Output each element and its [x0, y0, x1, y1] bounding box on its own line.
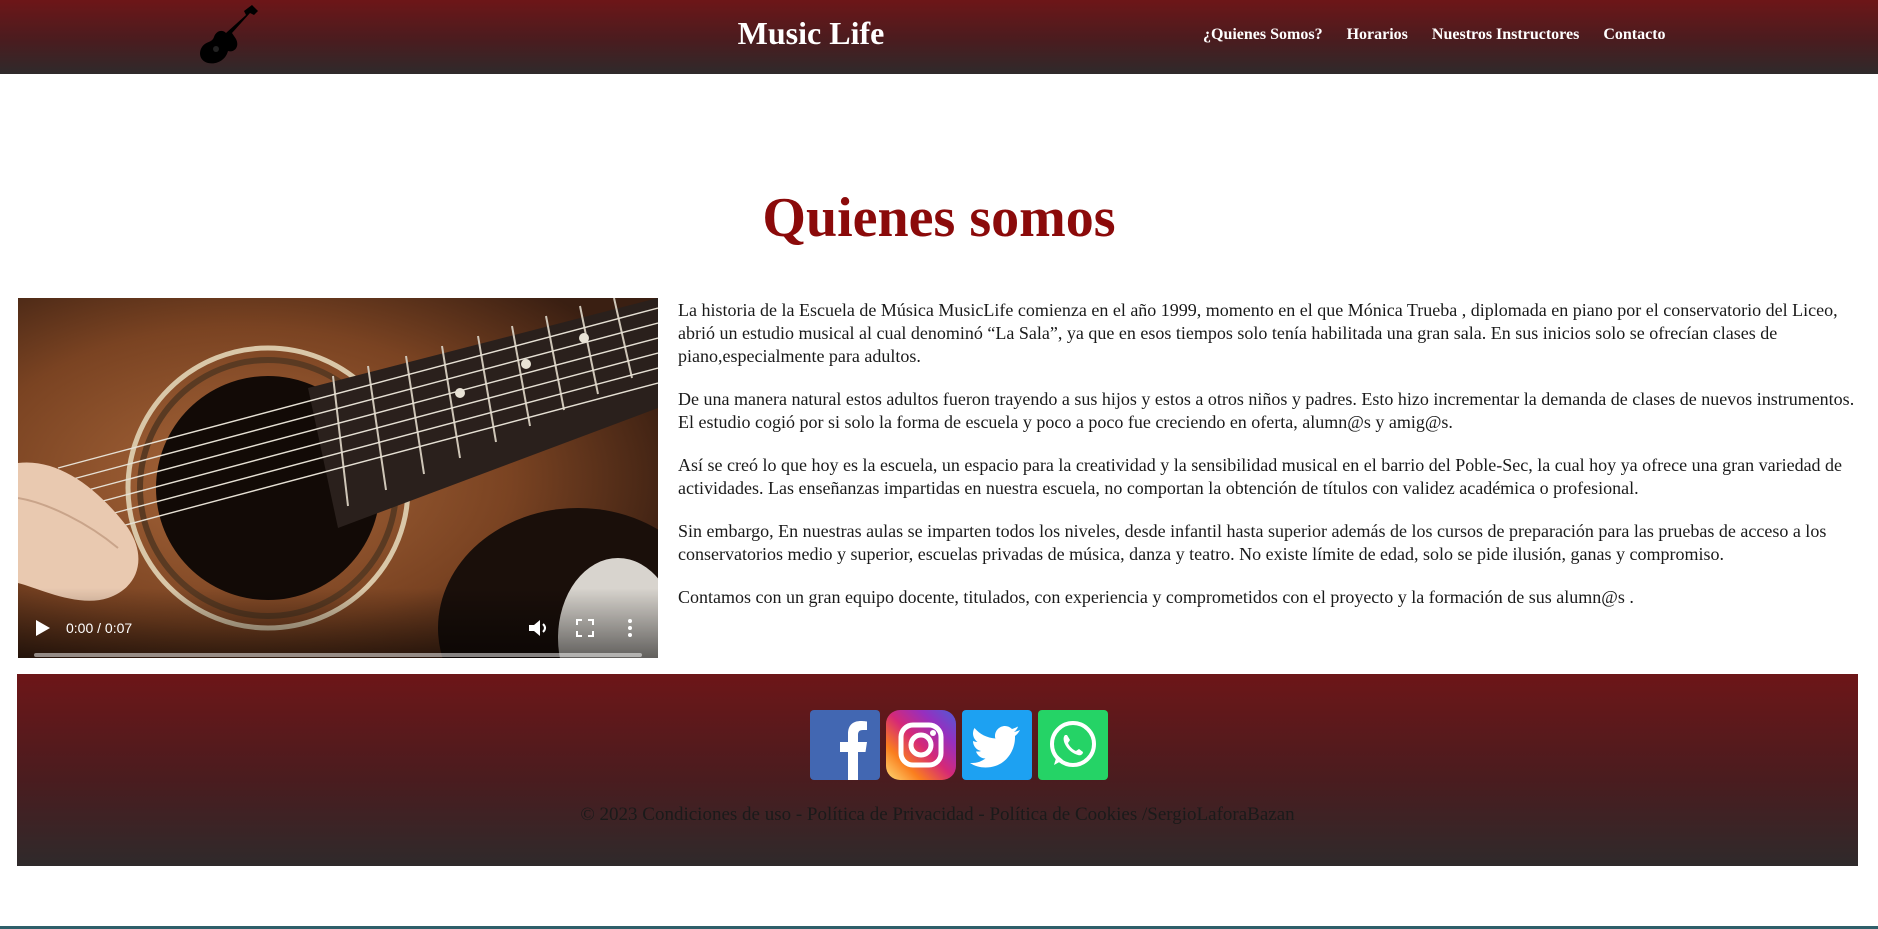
whatsapp-icon[interactable]: [1038, 710, 1108, 780]
paragraph: La historia de la Escuela de Música Musi…: [678, 300, 1838, 366]
paragraph: Sin embargo, En nuestras aulas se impart…: [678, 521, 1827, 564]
about-text: La historia de la Escuela de Música Musi…: [678, 299, 1858, 629]
page-heading: Quienes somos: [762, 187, 1116, 249]
twitter-icon[interactable]: [962, 710, 1032, 780]
video-progress-bar[interactable]: [34, 653, 642, 657]
nav-item-contacto[interactable]: Contacto: [1603, 26, 1665, 44]
video-player[interactable]: 0:00 / 0:07: [18, 298, 658, 658]
paragraph: Así se creó lo que hoy es la escuela, un…: [678, 455, 1843, 498]
copyright-text: © 2023 Condiciones de uso - Política de …: [580, 804, 1295, 825]
video-time: 0:00 / 0:07: [66, 620, 133, 636]
fullscreen-icon[interactable]: [576, 619, 594, 637]
instagram-icon[interactable]: [886, 710, 956, 780]
paragraph: Contamos con un gran equipo docente, tit…: [678, 587, 1634, 607]
site-footer: © 2023 Condiciones de uso - Política de …: [17, 674, 1858, 866]
facebook-icon[interactable]: [810, 710, 880, 780]
site-header: Music Life ¿Quienes Somos? Horarios Nues…: [0, 0, 1878, 74]
nav-item-horarios[interactable]: Horarios: [1347, 26, 1408, 44]
main-nav: ¿Quienes Somos? Horarios Nuestros Instru…: [1203, 26, 1690, 44]
social-links: [810, 710, 1108, 780]
paragraph: De una manera natural estos adultos fuer…: [678, 389, 1855, 432]
play-icon[interactable]: [34, 618, 52, 638]
more-options-icon[interactable]: [626, 618, 634, 638]
video-controls: 0:00 / 0:07: [18, 588, 658, 658]
nav-item-instructores[interactable]: Nuestros Instructores: [1432, 26, 1579, 44]
volume-icon[interactable]: [528, 618, 550, 638]
nav-item-quienes-somos[interactable]: ¿Quienes Somos?: [1203, 26, 1323, 44]
